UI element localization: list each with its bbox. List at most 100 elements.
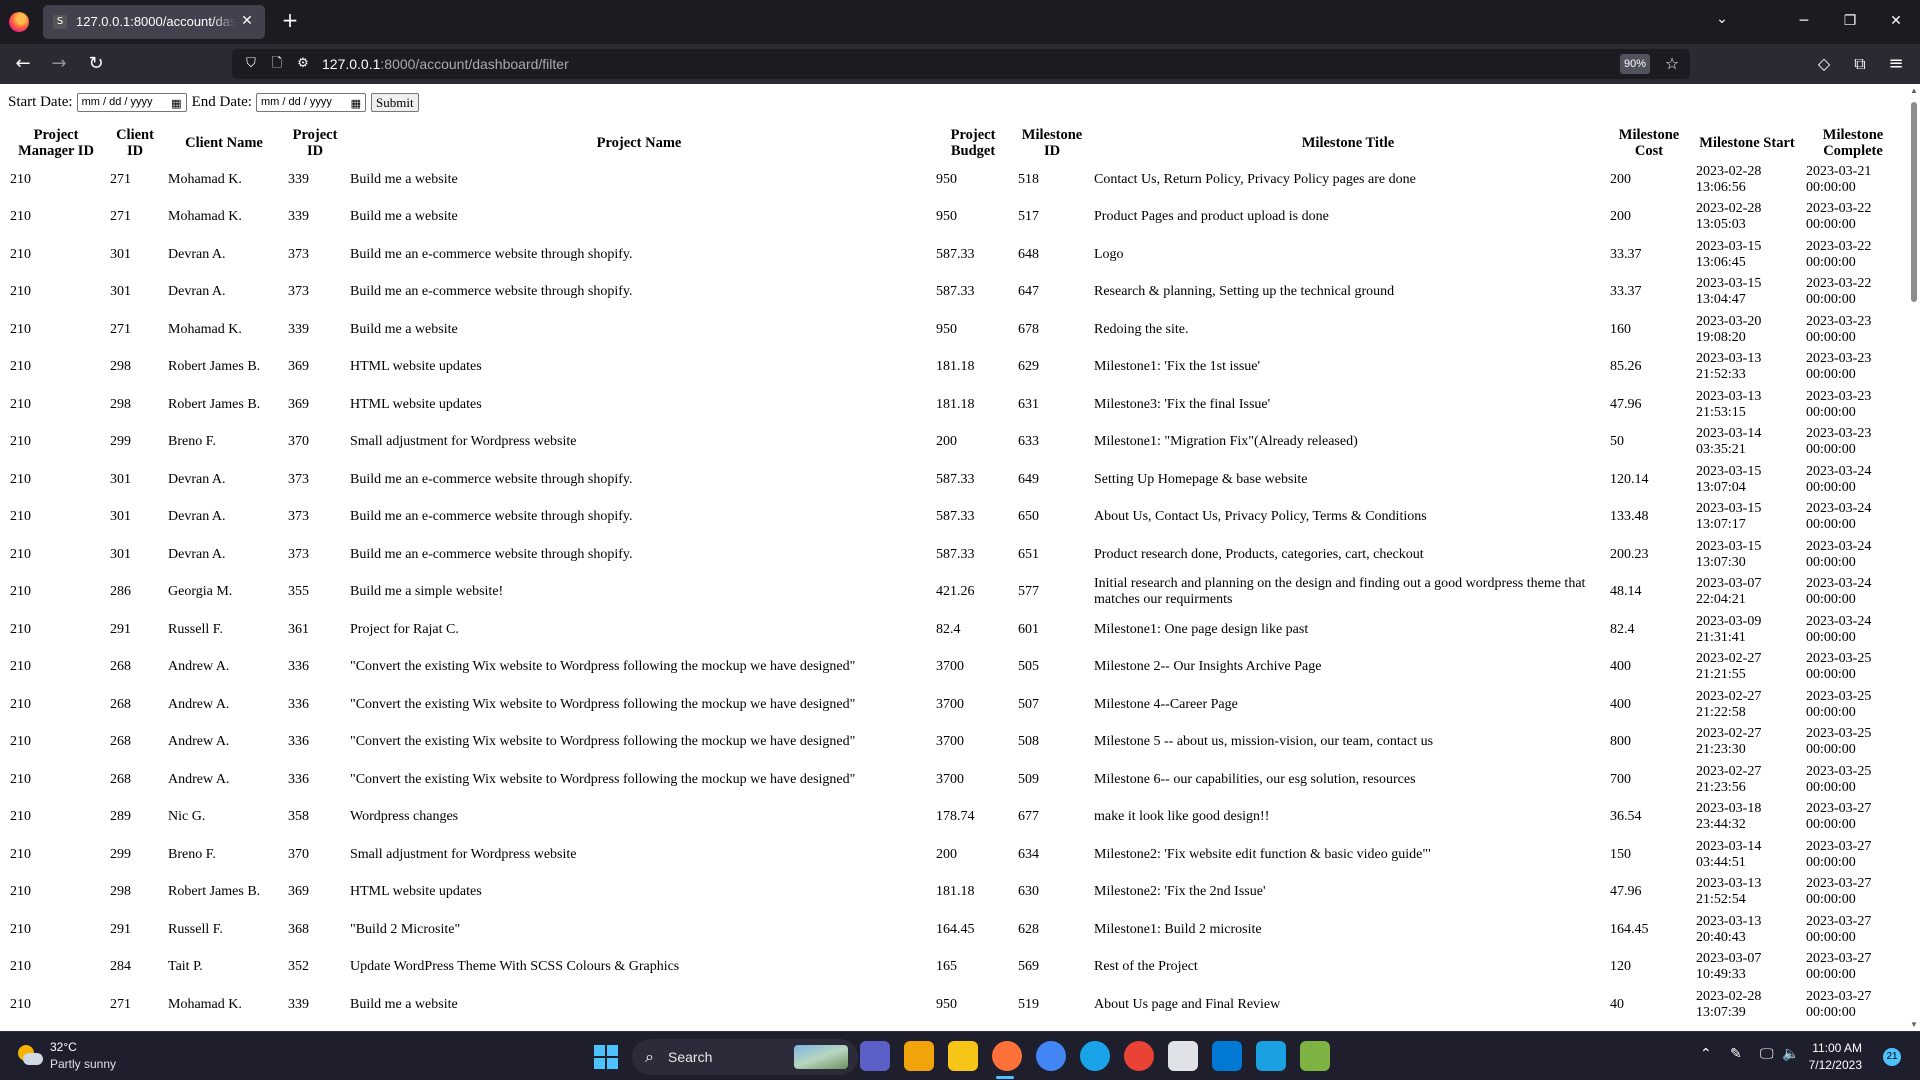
cell-milestone-title: Logo [1094,246,1124,262]
google-chrome-alt-icon[interactable] [1124,1041,1154,1071]
cell-milestone-title: Rest of the Project [1094,959,1198,975]
notification-count-badge[interactable]: 21 [1883,1048,1901,1066]
cell-milestone-cost: 200 [1610,171,1631,187]
cell-project-id: 336 [288,659,309,675]
cell-milestone-title: Milestone 2-- Our Insights Archive Page [1094,659,1322,675]
navigation-toolbar: ← → ↻ ⛉ 🗋 ⚙ 127.0.0.1:8000/account/dashb… [0,44,1920,84]
header-project-manager-id: Project Manager ID [18,127,94,159]
tracking-shield-icon[interactable]: ⛉ [242,55,260,73]
close-tab-icon[interactable]: ✕ [237,11,257,31]
start-date-input[interactable]: mm / dd / yyyy ▦ [76,92,187,112]
cell-project-id: 368 [288,921,309,937]
cell-milestone-start: 2023-03-13 21:52:54 [1696,876,1762,908]
weather-partly-sunny-icon[interactable] [18,1045,43,1067]
cell-pm-id: 210 [10,846,31,862]
chrome-icon[interactable] [1036,1041,1066,1071]
browser-tab[interactable]: S 127.0.0.1:8000/account/dashbo ✕ [43,5,265,39]
forward-icon[interactable]: → [47,52,71,76]
cell-project-name: "Build 2 Microsite" [350,921,461,937]
cell-milestone-title: Milestone1: 'Fix the 1st issue' [1094,359,1261,375]
show-hidden-icons-chevron-icon[interactable]: ⌃ [1700,1046,1712,1062]
new-tab-button[interactable]: + [279,9,301,33]
firefox-logo-icon[interactable] [9,12,29,32]
minimize-window-icon[interactable]: ─ [1784,8,1824,34]
pocket-icon[interactable]: ◇ [1812,52,1836,76]
windows-start-icon[interactable] [594,1045,618,1069]
cell-client-name: Andrew A. [168,734,230,750]
calendar-icon[interactable]: ▦ [171,95,181,112]
cell-project-name: Build me a simple website! [350,584,504,600]
cell-milestone-title: Initial research and planning on the des… [1094,576,1586,608]
cell-client-name: Devran A. [168,546,226,562]
extensions-icon[interactable]: ⧉ [1848,52,1872,76]
cell-client-name: Mohamad K. [168,321,242,337]
permissions-icon[interactable]: ⚙ [294,55,312,73]
weather-description[interactable]: Partly sunny [50,1057,116,1071]
cell-project-id: 339 [288,209,309,225]
cell-pm-id: 210 [10,434,31,450]
scroll-down-arrow-icon[interactable]: ▼ [1910,1020,1918,1029]
cell-project-budget: 587.33 [936,246,975,262]
page-info-icon[interactable]: 🗋 [268,55,286,73]
notepad-icon[interactable] [1168,1041,1198,1071]
calendar-icon[interactable]: ▦ [351,95,361,112]
network-icon[interactable]: 🖵 [1760,1046,1774,1062]
pen-icon[interactable]: ✎ [1730,1046,1742,1062]
cell-milestone-cost: 33.37 [1610,284,1642,300]
cell-milestone-start: 2023-03-15 13:07:04 [1696,463,1762,495]
cell-pm-id: 210 [10,209,31,225]
cell-milestone-id: 628 [1018,921,1039,937]
cell-milestone-title: Product research done, Products, categor… [1094,546,1424,562]
cell-milestone-start: 2023-03-20 19:08:20 [1696,313,1762,345]
cell-milestone-id: 507 [1018,696,1039,712]
xampp-icon[interactable] [1300,1041,1330,1071]
cell-client-id: 301 [110,246,131,262]
skype-icon[interactable] [1080,1041,1110,1071]
cell-project-budget: 3700 [936,771,964,787]
cell-project-id: 369 [288,359,309,375]
firefox-icon[interactable] [992,1041,1022,1071]
zoom-level-badge[interactable]: 90% [1620,54,1650,74]
vscode-icon[interactable] [1212,1041,1242,1071]
close-window-icon[interactable]: ✕ [1876,8,1916,34]
clock-date[interactable]: 7/12/2023 [1794,1058,1862,1072]
edge-icon[interactable] [1256,1041,1286,1071]
vertical-scrollbar[interactable]: ▲ ▼ [1908,84,1920,1031]
cell-milestone-title: Milestone1: One page design like past [1094,621,1309,637]
address-bar[interactable]: ⛉ 🗋 ⚙ 127.0.0.1:8000/account/dashboard/f… [232,49,1690,79]
scroll-up-arrow-icon[interactable]: ▲ [1910,86,1918,95]
app-menu-icon[interactable]: ≡ [1884,52,1908,76]
cell-client-id: 271 [110,321,131,337]
cell-project-name: Build me a website [350,996,458,1012]
cell-client-id: 289 [110,809,131,825]
header-project-budget: Project Budget [950,127,996,159]
cell-client-name: Tait P. [168,959,203,975]
cell-milestone-start: 2023-03-13 20:40:43 [1696,913,1762,945]
cell-milestone-cost: 150 [1610,846,1631,862]
cell-milestone-id: 505 [1018,659,1039,675]
file-explorer-icon[interactable] [948,1041,978,1071]
reload-icon[interactable]: ↻ [84,52,108,76]
cell-milestone-start: 2023-03-13 21:53:15 [1696,388,1762,420]
url-text[interactable]: 127.0.0.1:8000/account/dashboard/filter [322,56,569,72]
restore-window-icon[interactable]: ❐ [1830,8,1870,34]
end-date-input[interactable]: mm / dd / yyyy ▦ [255,92,366,112]
cell-client-name: Mohamad K. [168,996,242,1012]
cell-milestone-id: 519 [1018,996,1039,1012]
bookmark-star-icon[interactable]: ☆ [1662,54,1682,74]
back-icon[interactable]: ← [11,52,35,76]
clock-time[interactable]: 11:00 AM [1794,1041,1862,1055]
submit-button[interactable]: Submit [370,92,419,112]
taskbar-search-box[interactable]: ⌕ Search [632,1039,858,1075]
scrollbar-thumb[interactable] [1911,102,1917,302]
cell-milestone-complete: 2023-03-27 00:00:00 [1806,801,1872,833]
cell-milestone-complete: 2023-03-25 00:00:00 [1806,763,1872,795]
cell-pm-id: 210 [10,996,31,1012]
cell-milestone-complete: 2023-03-25 00:00:00 [1806,651,1872,683]
teams-icon[interactable] [860,1041,890,1071]
weather-temperature[interactable]: 32°C [50,1040,77,1054]
cell-client-id: 301 [110,471,131,487]
sublime-text-icon[interactable] [904,1041,934,1071]
list-all-tabs-icon[interactable]: ⌄ [1712,11,1732,31]
cell-pm-id: 210 [10,171,31,187]
